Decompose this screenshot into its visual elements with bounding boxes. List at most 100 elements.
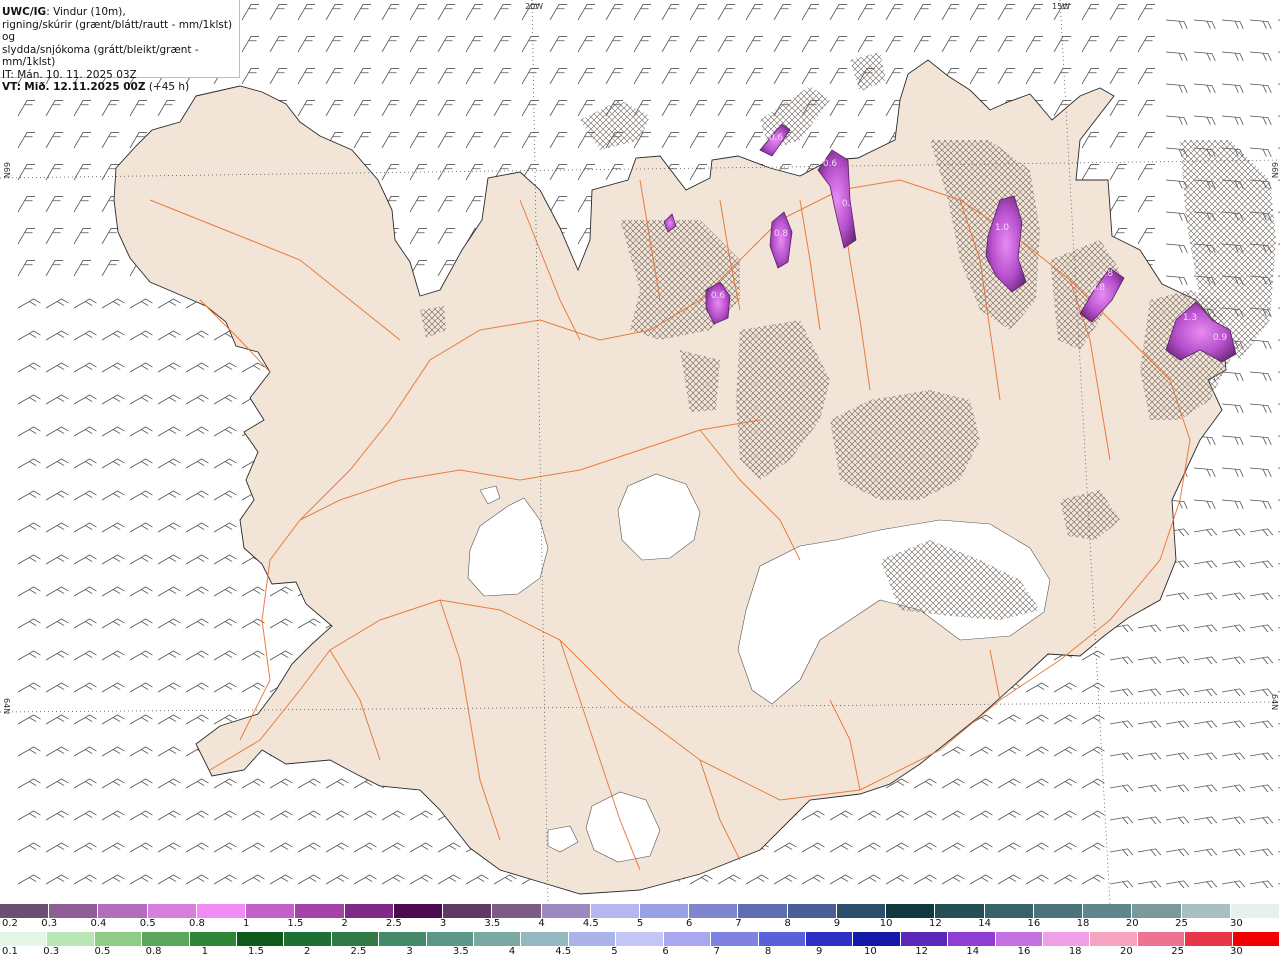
- wind-barb: [1165, 784, 1190, 793]
- legend-label: 1.5: [287, 918, 304, 929]
- wind-barb: [1249, 499, 1272, 510]
- wind-barb: [409, 196, 428, 213]
- wind-barb: [297, 618, 321, 629]
- wind-barb: [969, 36, 988, 53]
- wind-barb: [577, 4, 596, 21]
- wind-barb: [269, 618, 293, 629]
- wind-barb: [129, 490, 153, 501]
- wind-barb: [717, 874, 741, 885]
- legend-swatch: [853, 932, 901, 946]
- wind-barb: [73, 874, 97, 885]
- wind-barb: [1025, 68, 1044, 85]
- wind-barb: [857, 36, 876, 53]
- rain-color-scale: [0, 932, 1280, 946]
- legend-swatch: [393, 904, 444, 918]
- wind-barb: [185, 458, 209, 469]
- wind-barb: [885, 874, 909, 885]
- wind-barb: [1109, 816, 1134, 825]
- wind-barb: [1249, 656, 1274, 665]
- wind-barb: [1109, 36, 1128, 53]
- wind-barb: [381, 4, 400, 21]
- wind-barb: [717, 4, 736, 21]
- wind-barb: [1137, 68, 1156, 85]
- wind-barb: [745, 36, 764, 53]
- wind-barb: [1053, 810, 1077, 821]
- wind-barb: [605, 36, 624, 53]
- wind-barb: [269, 36, 288, 53]
- wind-barb: [17, 426, 41, 437]
- wind-barb: [325, 842, 349, 853]
- legend-label: 2: [341, 918, 348, 929]
- wind-barb: [17, 362, 41, 373]
- weather-map[interactable]: 0.6 0.6 0.7 0.8 0.6 1.0 0.8 0.8 1.3 0.9: [0, 0, 1280, 904]
- wind-barb: [801, 68, 820, 85]
- wind-barb: [689, 100, 708, 117]
- legend-swatch: [237, 932, 285, 946]
- grid-label-64n-left: 64N: [2, 698, 11, 715]
- wind-barb: [297, 100, 316, 117]
- wind-barb: [213, 842, 237, 853]
- precip-value-label: 0.8: [774, 229, 789, 239]
- wind-barb: [661, 68, 680, 85]
- wind-barb: [493, 68, 512, 85]
- wind-barb: [409, 842, 433, 853]
- wind-barb: [353, 100, 372, 117]
- wind-barb: [1165, 115, 1188, 126]
- wind-barb: [269, 4, 288, 21]
- wind-barb: [297, 842, 321, 853]
- wind-barb: [101, 682, 125, 693]
- precip-value-label: 0.6: [769, 133, 784, 143]
- wind-barb: [577, 36, 596, 53]
- wind-barb: [1165, 656, 1190, 665]
- wind-barb: [1165, 83, 1188, 94]
- wind-barb: [1221, 624, 1246, 633]
- wind-barb: [549, 196, 568, 213]
- wind-barb: [1193, 592, 1218, 601]
- legend-label: 1: [242, 918, 250, 929]
- legend-swatch: [640, 904, 690, 918]
- wind-barb: [1249, 147, 1272, 158]
- legend-label: 18: [1076, 918, 1090, 929]
- wind-barb: [941, 810, 965, 821]
- legend-label: 25: [1175, 918, 1188, 929]
- wind-barb: [913, 874, 937, 885]
- wind-barb: [521, 36, 540, 53]
- wind-barb: [493, 874, 517, 885]
- wind-barb: [969, 4, 988, 21]
- legend-swatch: [1033, 904, 1084, 918]
- wind-barb: [1221, 19, 1244, 30]
- wind-barb: [493, 36, 512, 53]
- legend-swatch: [836, 904, 887, 918]
- legend-swatch: [1181, 904, 1231, 918]
- wind-barb: [73, 586, 97, 597]
- wind-barb: [717, 132, 736, 149]
- wind-barb: [941, 874, 965, 885]
- legend-swatch: [1083, 904, 1133, 918]
- valid-time: Mið. 12.11.2025 00Z: [24, 81, 146, 93]
- wind-barb: [1165, 720, 1190, 729]
- wind-barb: [185, 650, 209, 661]
- wind-barb: [1193, 499, 1216, 510]
- wind-barb: [73, 810, 97, 821]
- wind-barb: [1137, 656, 1162, 665]
- wind-barb: [185, 554, 209, 565]
- wind-barb: [689, 68, 708, 85]
- wind-barb: [73, 778, 97, 789]
- wind-barb: [129, 618, 153, 629]
- wind-barb: [465, 68, 484, 85]
- wind-barb: [773, 68, 792, 85]
- legend-label: 8: [764, 946, 772, 957]
- wind-barb: [829, 874, 853, 885]
- legend-swatch: [738, 904, 788, 918]
- wind-barb: [409, 68, 428, 85]
- wind-barb: [241, 810, 265, 821]
- wind-barb: [1249, 752, 1274, 761]
- wind-barb: [1165, 752, 1190, 761]
- legend-label: 0.8: [188, 918, 205, 929]
- wind-barb: [1081, 842, 1105, 853]
- wind-barb: [45, 298, 69, 309]
- wind-barb: [17, 196, 36, 213]
- wind-barb: [185, 394, 209, 405]
- wind-barb: [1109, 688, 1134, 697]
- wind-barb: [997, 746, 1021, 757]
